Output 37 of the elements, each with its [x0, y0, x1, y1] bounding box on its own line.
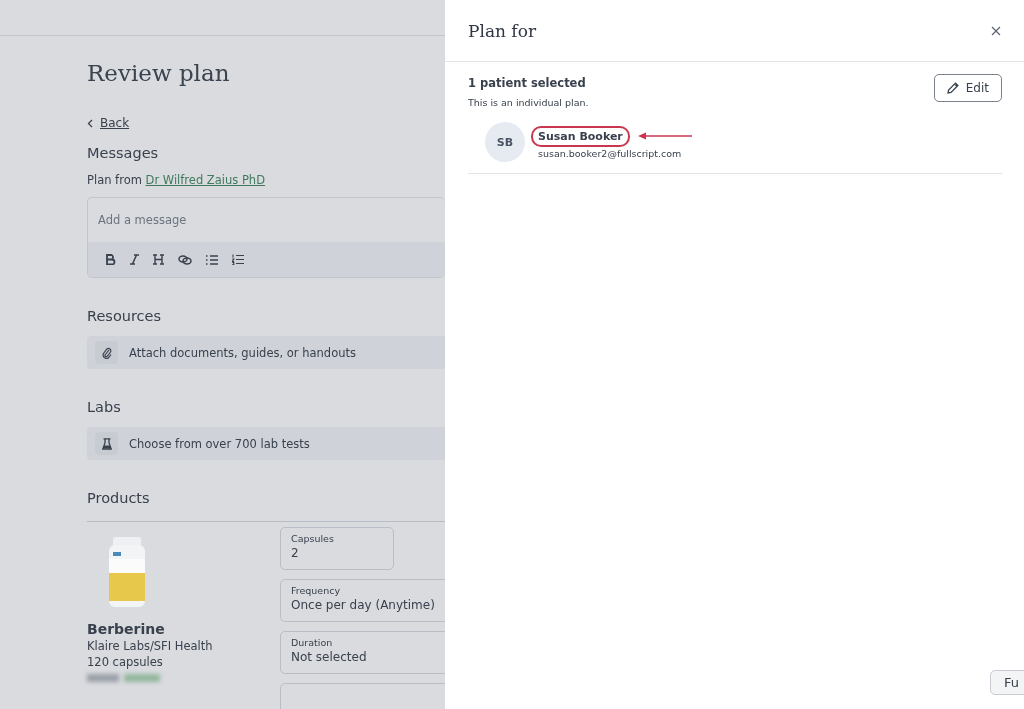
chevron-left-icon: [87, 118, 93, 128]
edit-button[interactable]: Edit: [933, 74, 1002, 102]
choose-lab-tests-button[interactable]: Choose from over 700 lab tests: [87, 427, 445, 460]
message-editor[interactable]: Add a message: [87, 197, 445, 278]
paperclip-icon: [95, 341, 118, 364]
plan-type-description: This is an individual plan.: [468, 97, 589, 108]
drawer-title: Plan for: [468, 20, 537, 41]
patient-name: Susan Booker: [531, 125, 630, 147]
flask-icon: [95, 432, 118, 455]
numbered-list-icon[interactable]: [232, 254, 244, 265]
section-heading: Messages: [87, 145, 160, 161]
product-name[interactable]: Berberine: [87, 621, 280, 637]
product-size: 120 capsules: [87, 655, 164, 669]
bold-icon[interactable]: [106, 254, 116, 265]
pencil-icon: [946, 82, 959, 94]
patient-email: susan.booker2@fullscript.com: [538, 147, 683, 159]
dosage-field[interactable]: Capsules 2: [280, 527, 394, 570]
link-icon[interactable]: [178, 254, 192, 265]
practitioner-link[interactable]: Dr Wilfred Zaius PhD: [145, 173, 265, 187]
patient-avatar: SB: [485, 122, 525, 162]
product-bottle-drawing: [107, 537, 147, 609]
plan-from-label: Plan from: [87, 173, 142, 187]
bullet-list-icon[interactable]: [206, 254, 218, 265]
annotation-arrow: [637, 132, 692, 140]
section-heading: Resources: [87, 308, 163, 324]
back-link[interactable]: Back: [87, 116, 130, 130]
section-heading: Products: [87, 490, 151, 506]
floating-button[interactable]: Fu: [990, 670, 1024, 695]
product-brand: Klaire Labs/SFI Health: [87, 639, 214, 653]
patients-selected-count: 1 patient selected: [468, 76, 587, 90]
close-icon[interactable]: [991, 25, 1001, 36]
page-title: Review plan: [87, 60, 231, 86]
message-input[interactable]: Add a message: [88, 198, 445, 242]
italic-icon[interactable]: [130, 254, 139, 265]
section-heading: Labs: [87, 399, 122, 415]
heading-icon[interactable]: [153, 254, 164, 265]
attach-resources-button[interactable]: Attach documents, guides, or handouts: [87, 336, 445, 369]
